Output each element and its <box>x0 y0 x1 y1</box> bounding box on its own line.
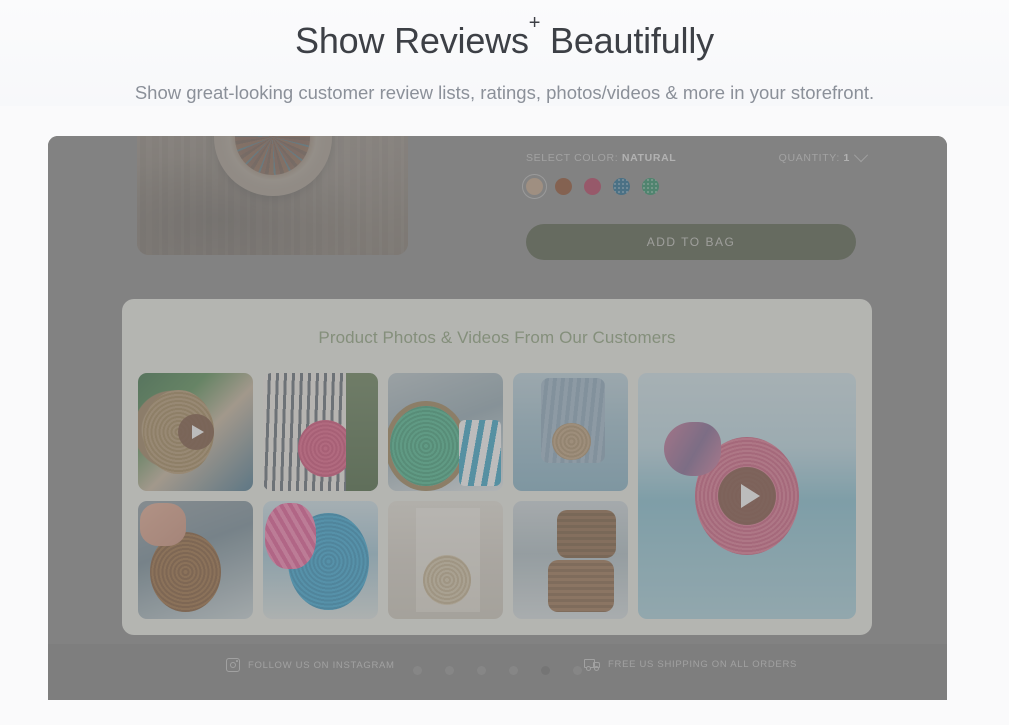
ugc-tile-stacked-rattan-bags[interactable] <box>513 501 628 619</box>
carousel-pagination <box>48 666 947 675</box>
page-title-superscript: + <box>528 12 541 34</box>
product-section: SELECT COLOR: NATURAL QUANTITY: 1 ADD TO… <box>48 136 947 279</box>
page-title-main: Show Reviews <box>295 20 529 61</box>
ugc-tile-brown-bag-sandals[interactable] <box>138 501 253 619</box>
color-swatch-green[interactable] <box>642 178 659 195</box>
color-swatch-blue[interactable] <box>613 178 630 195</box>
play-icon[interactable] <box>177 414 214 450</box>
storefront-preview-card: SELECT COLOR: NATURAL QUANTITY: 1 ADD TO… <box>48 136 947 700</box>
storefront-preview-inner: SELECT COLOR: NATURAL QUANTITY: 1 ADD TO… <box>48 136 947 700</box>
add-to-bag-button[interactable]: ADD TO BAG <box>526 224 856 260</box>
page-title-tail: Beautifully <box>540 20 714 61</box>
color-swatch-magenta[interactable] <box>584 178 601 195</box>
quantity-label: QUANTITY: 1 <box>779 152 850 164</box>
carousel-dot[interactable] <box>445 666 454 675</box>
carousel-dot[interactable] <box>541 666 550 675</box>
ugc-gallery-card: Product Photos & Videos From Our Custome… <box>122 299 872 635</box>
swatch-texture <box>642 178 659 195</box>
select-color-text: SELECT COLOR: <box>526 152 622 164</box>
carousel-dot[interactable] <box>413 666 422 675</box>
color-swatch-natural[interactable] <box>522 174 547 199</box>
play-triangle-icon <box>740 484 760 508</box>
ugc-tile-rattan-bag-hands[interactable] <box>138 373 253 491</box>
ugc-tile-pink-bag-ocean-video[interactable] <box>638 373 856 619</box>
color-swatch-brown[interactable] <box>555 178 572 195</box>
ugc-tile-cream-bag-white-dress[interactable] <box>388 501 503 619</box>
product-main-image[interactable] <box>137 136 408 255</box>
page-subtitle: Show great-looking customer review lists… <box>134 82 875 103</box>
product-options-row: SELECT COLOR: NATURAL QUANTITY: 1 <box>526 148 869 166</box>
play-icon[interactable] <box>718 467 776 525</box>
page-title: Show Reviews+ Beautifully <box>0 6 1009 69</box>
storefront-footer-bar: FOLLOW US ON INSTAGRAM FREE US SHIPPING … <box>48 644 947 700</box>
page-header: Show Reviews+ Beautifully Show great-loo… <box>0 0 1009 106</box>
quantity-value: 1 <box>843 152 850 164</box>
play-triangle-icon <box>191 425 204 439</box>
carousel-dot[interactable] <box>573 666 582 675</box>
product-options: SELECT COLOR: NATURAL QUANTITY: 1 <box>522 148 869 199</box>
swatch-texture <box>613 178 630 195</box>
ugc-photo-grid <box>138 373 856 619</box>
ugc-tile-pink-bag-striped-dress[interactable] <box>263 373 378 491</box>
chevron-down-icon <box>853 148 869 163</box>
color-swatch-list <box>522 174 866 199</box>
select-color-value: NATURAL <box>621 152 677 164</box>
quantity-text: QUANTITY: <box>778 152 844 164</box>
select-color-label: SELECT COLOR: NATURAL <box>526 152 676 164</box>
ugc-tile-blue-bag-pink-scarf[interactable] <box>263 501 378 619</box>
quantity-selector[interactable]: QUANTITY: 1 <box>779 148 869 164</box>
ugc-gallery-title: Product Photos & Videos From Our Custome… <box>318 328 676 347</box>
ugc-tile-denim-dress-beach-bag[interactable] <box>513 373 628 491</box>
carousel-dot[interactable] <box>477 666 486 675</box>
carousel-dot[interactable] <box>509 666 518 675</box>
ugc-tile-green-bag-striped-pillow[interactable] <box>388 373 503 491</box>
